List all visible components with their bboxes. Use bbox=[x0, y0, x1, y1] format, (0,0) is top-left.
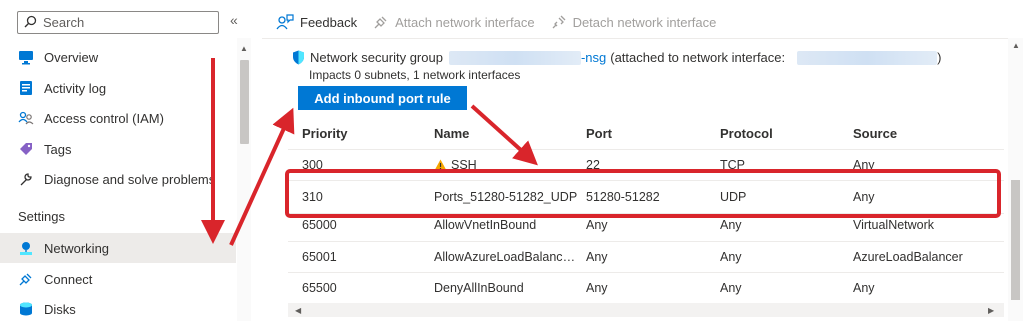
plug-icon bbox=[18, 271, 34, 287]
nav-item-networking[interactable]: Networking bbox=[0, 233, 236, 263]
header-port[interactable]: Port bbox=[586, 126, 612, 141]
nav-item-label: Overview bbox=[44, 49, 99, 65]
header-name[interactable]: Name bbox=[434, 126, 469, 141]
table-row[interactable]: 65500 DenyAllInBound Any Any Any bbox=[288, 272, 1004, 303]
toolbar-divider bbox=[262, 38, 1023, 39]
redacted-nsg-name bbox=[448, 50, 581, 65]
feedback-icon bbox=[276, 14, 294, 30]
cell-priority: 65000 bbox=[302, 218, 337, 232]
attach-icon bbox=[373, 14, 389, 30]
search-icon bbox=[24, 15, 37, 31]
nav-item-overview[interactable]: Overview bbox=[0, 42, 236, 72]
cell-name: AllowAzureLoadBalance... bbox=[434, 250, 579, 264]
attach-network-interface-button[interactable]: Attach network interface bbox=[373, 14, 535, 30]
content-scrollbar-thumb[interactable] bbox=[1011, 180, 1020, 300]
scroll-up-icon[interactable]: ▲ bbox=[240, 44, 248, 53]
cell-source: AzureLoadBalancer bbox=[853, 250, 963, 264]
nav-item-label: Disks bbox=[44, 301, 76, 317]
network-icon bbox=[18, 240, 34, 256]
menu-scrollbar-thumb[interactable] bbox=[240, 60, 249, 144]
wrench-icon bbox=[18, 171, 34, 187]
nav-item-access-control[interactable]: Access control (IAM) bbox=[0, 103, 236, 133]
cell-protocol: Any bbox=[720, 218, 742, 232]
header-source[interactable]: Source bbox=[853, 126, 897, 141]
menu-search-input[interactable]: Search bbox=[17, 11, 219, 34]
cell-priority: 65001 bbox=[302, 250, 337, 264]
detach-icon bbox=[551, 14, 567, 30]
nav-item-tags[interactable]: Tags bbox=[0, 134, 236, 164]
nav-item-connect[interactable]: Connect bbox=[0, 264, 236, 294]
nav-item-label: Activity log bbox=[44, 80, 107, 96]
scroll-left-icon[interactable]: ◀ bbox=[295, 306, 301, 315]
feedback-button[interactable]: Feedback bbox=[276, 14, 357, 30]
table-horizontal-scrollbar[interactable] bbox=[288, 303, 1004, 317]
cell-port: Any bbox=[586, 281, 608, 295]
cell-protocol: Any bbox=[720, 250, 742, 264]
nsg-header: Network security group -nsg (attached to… bbox=[292, 50, 941, 65]
nav-item-label: Networking bbox=[44, 240, 110, 256]
redacted-nic-name bbox=[797, 50, 938, 65]
detach-network-interface-button[interactable]: Detach network interface bbox=[551, 14, 717, 30]
nav-item-diagnose[interactable]: Diagnose and solve problems bbox=[0, 164, 236, 194]
cell-port: Any bbox=[586, 250, 608, 264]
cell-protocol: Any bbox=[720, 281, 742, 295]
scroll-up-icon[interactable]: ▲ bbox=[1012, 41, 1020, 50]
cell-name: DenyAllInBound bbox=[434, 281, 524, 295]
nav-item-disks[interactable]: Disks bbox=[0, 294, 236, 321]
attached-text: (attached to network interface: bbox=[610, 50, 786, 65]
collapse-menu-icon[interactable]: « bbox=[230, 12, 238, 28]
nav-item-activity-log[interactable]: Activity log bbox=[0, 73, 236, 103]
nav-item-label: Diagnose and solve problems bbox=[44, 171, 216, 187]
cell-port: Any bbox=[586, 218, 608, 232]
cell-source: VirtualNetwork bbox=[853, 218, 935, 232]
search-placeholder: Search bbox=[43, 15, 85, 30]
log-icon bbox=[18, 80, 34, 96]
monitor-icon bbox=[18, 49, 34, 65]
cell-name: AllowVnetInBound bbox=[434, 218, 537, 232]
annotation-highlight-box bbox=[285, 169, 1001, 218]
disk-icon bbox=[18, 301, 34, 317]
command-bar: Feedback Attach network interface Detach… bbox=[276, 10, 732, 34]
header-priority[interactable]: Priority bbox=[302, 126, 348, 141]
close-paren: ) bbox=[937, 50, 942, 65]
attach-label: Attach network interface bbox=[395, 14, 535, 30]
settings-section-title: Settings bbox=[18, 209, 65, 224]
nsg-link[interactable]: -nsg bbox=[581, 50, 606, 65]
add-inbound-port-rule-button[interactable]: Add inbound port rule bbox=[298, 86, 467, 110]
resource-menu: Search « Overview Activity log Access co… bbox=[0, 0, 252, 321]
cell-source: Any bbox=[853, 281, 875, 295]
cell-priority: 65500 bbox=[302, 281, 337, 295]
scroll-right-icon[interactable]: ▶ bbox=[988, 306, 994, 315]
nav-item-label: Access control (IAM) bbox=[44, 110, 164, 126]
feedback-label: Feedback bbox=[300, 14, 358, 30]
nsg-label: Network security group bbox=[310, 50, 443, 65]
header-protocol[interactable]: Protocol bbox=[720, 126, 773, 141]
nav-item-label: Tags bbox=[44, 141, 72, 157]
tag-icon bbox=[18, 141, 34, 157]
shield-icon bbox=[292, 50, 305, 65]
detach-label: Detach network interface bbox=[572, 14, 717, 30]
table-row[interactable]: 65001 AllowAzureLoadBalance... Any Any A… bbox=[288, 241, 1004, 272]
nav-item-label: Connect bbox=[44, 271, 93, 287]
impacts-text: Impacts 0 subnets, 1 network interfaces bbox=[309, 68, 521, 82]
people-icon bbox=[18, 110, 34, 126]
table-header: Priority Name Port Protocol Source bbox=[288, 118, 1004, 148]
